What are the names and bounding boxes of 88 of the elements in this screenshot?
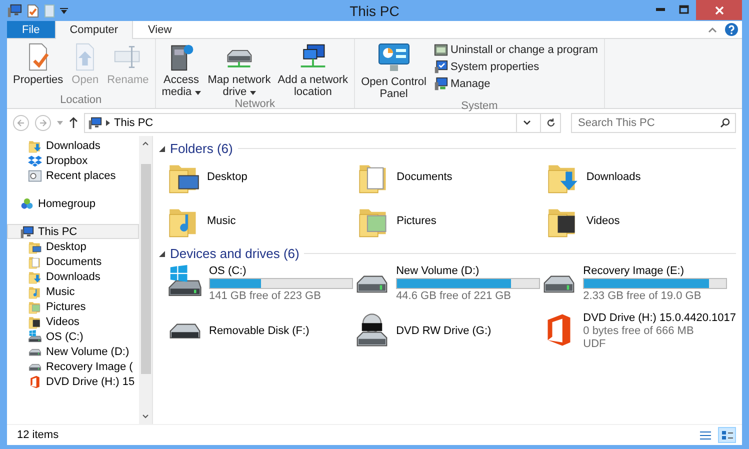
refresh-icon: [546, 118, 556, 128]
drive-item[interactable]: New Volume (D:) 44.6 GB free of 221 GB: [354, 265, 542, 302]
folder-item[interactable]: Pictures: [356, 204, 546, 238]
folder-item[interactable]: Music: [167, 204, 357, 238]
tiles-view-icon: [722, 430, 732, 440]
folder-item[interactable]: Downloads: [546, 160, 736, 194]
folder-item[interactable]: Documents: [356, 160, 546, 194]
nav-item[interactable]: OS (C:): [7, 329, 139, 344]
ribbon-button[interactable]: Uninstall or change a program: [432, 42, 600, 58]
collapse-triangle-icon[interactable]: [159, 146, 165, 152]
address-field[interactable]: This PC: [84, 112, 561, 132]
dropbox-icon: [28, 154, 42, 168]
homegroup-icon: [20, 196, 34, 210]
folder-music-icon: [28, 284, 42, 298]
window-title: This PC: [350, 2, 400, 18]
large-icons-view-button[interactable]: [718, 427, 736, 443]
computer-icon: [7, 3, 22, 18]
ribbon-button[interactable]: Manage: [432, 76, 600, 92]
nav-item[interactable]: Pictures: [7, 299, 139, 314]
details-view-icon: [700, 430, 710, 440]
nav-item[interactable]: Documents: [7, 254, 139, 269]
drive-item[interactable]: Removable Disk (F:): [167, 312, 354, 350]
folder-item[interactable]: Videos: [546, 204, 736, 238]
back-arrow-icon: [17, 118, 25, 126]
up-arrow-icon[interactable]: [69, 117, 78, 128]
group-label: Location: [59, 94, 103, 108]
folder-download-icon: [28, 270, 42, 284]
close-button[interactable]: [696, 0, 742, 20]
scroll-up-icon[interactable]: [142, 141, 149, 146]
computer-management-icon: [434, 77, 448, 91]
properties-icon[interactable]: [27, 4, 39, 18]
chevron-down-icon: [522, 120, 530, 125]
nav-item[interactable]: Homegroup: [7, 196, 139, 211]
help-icon[interactable]: [725, 23, 738, 36]
item-count: 12 items: [17, 429, 59, 441]
nav-item[interactable]: DVD Drive (H:) 15: [7, 374, 139, 389]
nav-item[interactable]: Downloads: [7, 138, 139, 153]
folder-desktop-icon: [28, 240, 42, 254]
breadcrumb-chevron-icon: [106, 120, 110, 126]
selected-nav-item[interactable]: This PC: [7, 224, 139, 239]
ribbon-button[interactable]: Open Control Panel: [359, 42, 428, 100]
folder-pictures-icon: [28, 300, 42, 314]
ribbon-button[interactable]: System properties: [432, 59, 600, 75]
scroll-thumb[interactable]: [140, 164, 150, 374]
nav-item[interactable]: Recovery Image (: [7, 359, 139, 374]
office-logo-icon: [28, 374, 42, 388]
ribbon-button[interactable]: Properties: [11, 42, 66, 86]
minimize-icon: [656, 8, 664, 10]
ribbon-button[interactable]: Map network drive: [206, 42, 273, 98]
nav-item[interactable]: Desktop: [7, 239, 139, 254]
system-properties-icon: [434, 60, 448, 74]
section-heading: Folders (6): [170, 141, 233, 156]
file-menu-tab[interactable]: File: [7, 21, 55, 38]
group-label: Network: [234, 98, 276, 112]
section-heading: Devices and drives (6): [170, 246, 300, 261]
search-icon: [720, 118, 730, 128]
ribbon-tab[interactable]: Computer: [54, 21, 134, 39]
collapse-triangle-icon[interactable]: [159, 250, 165, 256]
windows-drive-icon: [28, 330, 42, 344]
nav-item[interactable]: Dropbox: [7, 153, 139, 168]
customize-dropdown-icon[interactable]: [60, 8, 68, 14]
maximize-icon: [679, 4, 689, 14]
programs-icon: [434, 43, 448, 57]
nav-item[interactable]: Videos: [7, 314, 139, 329]
folder-download-icon: [28, 138, 42, 152]
computer-icon: [88, 116, 102, 130]
nav-item[interactable]: Recent places: [7, 168, 139, 183]
drive-item[interactable]: DVD RW Drive (G:): [354, 312, 542, 350]
control-panel-icon: [376, 42, 411, 74]
close-icon: [714, 6, 724, 14]
collapse-ribbon-icon[interactable]: [708, 26, 717, 32]
drive-item[interactable]: Recovery Image (E:) 2.33 GB free of 19.0 GB: [541, 265, 736, 302]
nav-item[interactable]: Music: [7, 284, 139, 299]
computer-icon: [20, 224, 34, 238]
ribbon-button[interactable]: Add a network location: [276, 42, 350, 98]
nav-item[interactable]: Downloads: [7, 269, 139, 284]
drive-item[interactable]: OS (C:) 141 GB free of 223 GB: [167, 265, 354, 302]
group-label: System: [460, 100, 499, 114]
ribbon-button[interactable]: Access media: [160, 42, 203, 98]
drive-item[interactable]: DVD Drive (H:) 15.0.4420.1017 0 bytes free of 666 MB UDF: [541, 312, 736, 350]
search-field[interactable]: Search This PC: [571, 112, 736, 132]
folder-item[interactable]: Desktop: [167, 160, 357, 194]
recent-places-icon: [28, 168, 42, 182]
scroll-down-icon[interactable]: [142, 414, 149, 419]
folder-documents-icon: [28, 254, 42, 268]
nav-item[interactable]: New Volume (D:): [7, 344, 139, 359]
forward-arrow-icon: [39, 118, 47, 126]
folder-videos-icon: [28, 314, 42, 328]
